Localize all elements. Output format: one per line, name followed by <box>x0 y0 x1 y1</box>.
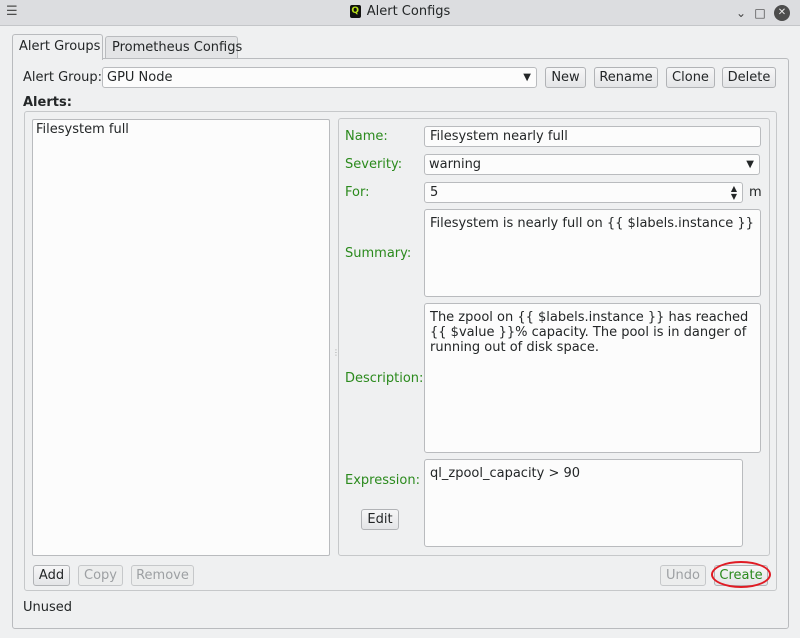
alert-group-select[interactable]: GPU Node ▼ <box>102 67 537 88</box>
for-value: 5 <box>430 185 439 200</box>
delete-group-button[interactable]: Delete <box>722 67 776 88</box>
alert-group-label: Alert Group: <box>23 70 103 85</box>
undo-button[interactable]: Undo <box>660 565 706 586</box>
close-icon[interactable]: ✕ <box>774 5 790 21</box>
list-item[interactable]: Filesystem full <box>36 122 129 137</box>
window-title: Alert Configs <box>366 4 451 19</box>
summary-field[interactable]: Filesystem is nearly full on {{ $labels.… <box>424 209 761 297</box>
app-logo-icon: Q <box>349 5 361 18</box>
add-alert-button[interactable]: Add <box>33 565 70 586</box>
status-text: Unused <box>23 600 73 615</box>
name-field[interactable]: Filesystem nearly full <box>424 126 761 147</box>
copy-alert-button[interactable]: Copy <box>78 565 123 586</box>
minimize-icon[interactable]: ⌄ <box>733 5 749 21</box>
tab-prometheus-configs[interactable]: Prometheus Configs <box>105 36 242 59</box>
title-bar: ☰ Q Alert Configs ⌄ □ ✕ <box>0 0 800 26</box>
severity-label: Severity: <box>345 157 403 172</box>
expression-field[interactable]: ql_zpool_capacity > 90 <box>424 459 743 547</box>
tab-alert-groups[interactable]: Alert Groups <box>12 34 103 60</box>
for-spinbox[interactable]: 5 ▲ ▼ <box>424 182 743 203</box>
name-label: Name: <box>345 129 388 144</box>
for-unit: m <box>749 185 762 200</box>
severity-select[interactable]: warning ▼ <box>424 154 760 175</box>
spin-arrows-icon[interactable]: ▲ ▼ <box>731 183 737 201</box>
for-label: For: <box>345 185 370 200</box>
remove-alert-button[interactable]: Remove <box>131 565 194 586</box>
description-label: Description: <box>345 371 424 386</box>
edit-expression-button[interactable]: Edit <box>361 509 399 530</box>
expression-label: Expression: <box>345 473 420 488</box>
chevron-down-icon: ▼ <box>746 159 754 170</box>
clone-group-button[interactable]: Clone <box>666 67 715 88</box>
new-group-button[interactable]: New <box>545 67 586 88</box>
create-button[interactable]: Create <box>714 565 768 586</box>
summary-label: Summary: <box>345 246 412 261</box>
alert-group-value: GPU Node <box>107 70 173 85</box>
severity-value: warning <box>429 157 482 172</box>
chevron-down-icon: ▼ <box>523 72 531 83</box>
alerts-heading: Alerts: <box>23 95 72 110</box>
rename-group-button[interactable]: Rename <box>594 67 658 88</box>
title-wrap: Q Alert Configs <box>0 4 800 19</box>
maximize-icon[interactable]: □ <box>752 5 768 21</box>
alert-configs-window: ☰ Q Alert Configs ⌄ □ ✕ Alert Groups Prom… <box>0 0 800 638</box>
description-field[interactable]: The zpool on {{ $labels.instance }} has … <box>424 303 761 453</box>
alerts-list[interactable]: Filesystem full <box>32 119 330 556</box>
